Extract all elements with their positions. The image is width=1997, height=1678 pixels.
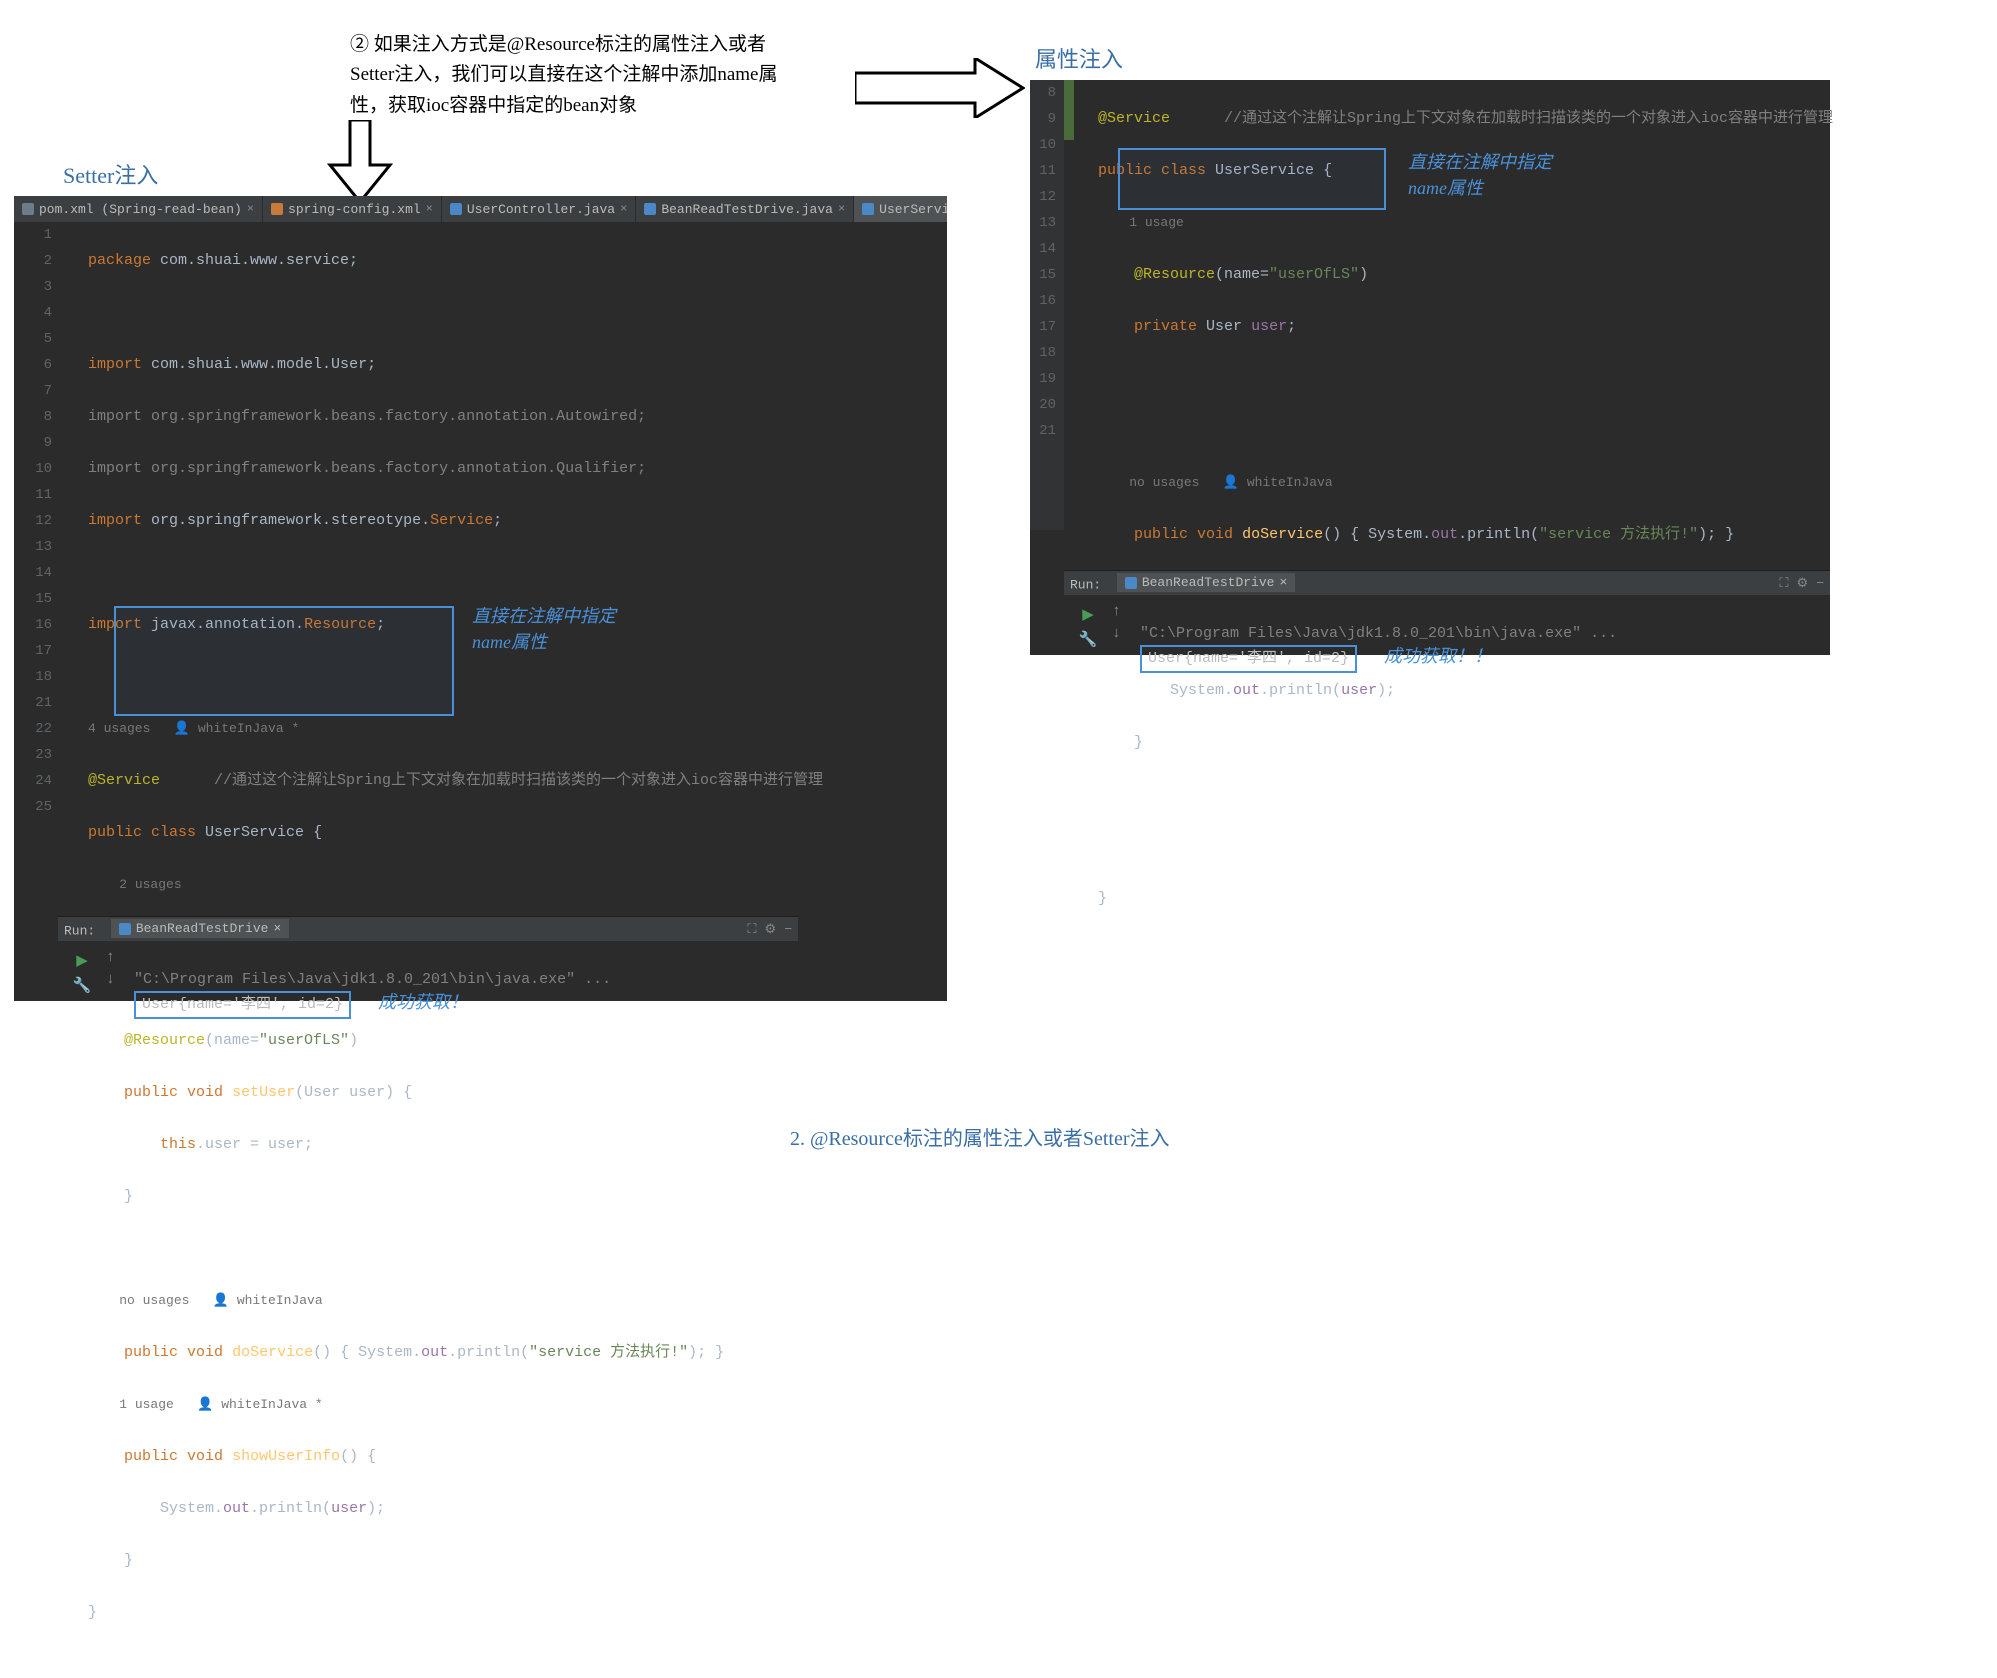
java-icon (862, 203, 874, 215)
close-icon[interactable]: × (1279, 575, 1287, 590)
java-icon (644, 203, 656, 215)
code-area-right[interactable]: @Service //通过这个注解让Spring上下文对象在加载时扫描该类的一个… (1098, 80, 1833, 964)
close-icon[interactable]: × (426, 202, 433, 216)
annotation-hint-left: 直接在注解中指定name属性 (472, 602, 616, 654)
bottom-caption: 2. @Resource标注的属性注入或者Setter注入 (790, 1122, 1169, 1151)
tab-spring-config[interactable]: spring-config.xml× (263, 196, 442, 222)
maven-icon (22, 203, 34, 215)
console-output[interactable]: "C:\Program Files\Java\jdk1.8.0_201\bin\… (126, 947, 798, 1041)
arrow-down-icon (325, 120, 395, 205)
run-header: Run: BeanReadTestDrive × ⛶⚙− (1064, 571, 1830, 595)
minus-icon[interactable]: − (784, 922, 792, 937)
tab-pom[interactable]: pom.xml (Spring-read-bean)× (14, 196, 263, 222)
close-icon[interactable]: × (620, 202, 627, 216)
minus-icon[interactable]: − (1816, 576, 1824, 591)
expand-icon[interactable]: ⛶ (747, 922, 756, 937)
label-setter: Setter注入 (63, 158, 158, 190)
line-gutter-right: 89101112131415161718192021 (1030, 80, 1064, 530)
close-icon[interactable]: × (838, 202, 845, 216)
run-tab[interactable]: BeanReadTestDrive × (1117, 573, 1295, 592)
diff-marker (1064, 80, 1074, 140)
output-highlight: User{name='李四', id=2} (134, 991, 351, 1019)
close-icon[interactable]: × (273, 921, 281, 936)
run-panel-left: Run: BeanReadTestDrive × ⛶⚙− ▶ 🔧 ↑↓ "C:\… (58, 916, 798, 998)
tab-usercontroller[interactable]: UserController.java× (442, 196, 636, 222)
gear-icon[interactable]: ⚙ (765, 922, 777, 937)
run-panel-right: Run: BeanReadTestDrive × ⛶⚙− ▶ 🔧 ↑↓ "C:\… (1064, 570, 1830, 652)
ide-pane-left: pom.xml (Spring-read-bean)× spring-confi… (14, 196, 947, 1001)
play-icon[interactable]: ▶ (76, 951, 88, 970)
xml-icon (271, 203, 283, 215)
close-icon[interactable]: × (247, 202, 254, 216)
annotation-hint-right: 直接在注解中指定name属性 (1408, 148, 1552, 200)
output-highlight: User{name='李四', id=2} (1140, 645, 1357, 673)
arrow-right-icon (855, 58, 1025, 118)
gear-icon[interactable]: ⚙ (1797, 576, 1809, 591)
editor-tabs: pom.xml (Spring-read-bean)× spring-confi… (14, 196, 947, 222)
line-gutter: 1234567891011121314151617182122232425 (14, 222, 62, 820)
label-prop: 属性注入 (1035, 42, 1123, 74)
highlight-box-right (1118, 148, 1386, 210)
tab-userservice[interactable]: UserService.java× (854, 196, 947, 222)
java-icon (450, 203, 462, 215)
java-icon (119, 923, 131, 935)
expand-icon[interactable]: ⛶ (1779, 576, 1788, 591)
run-tab[interactable]: BeanReadTestDrive × (111, 919, 289, 938)
java-icon (1125, 577, 1137, 589)
play-icon[interactable]: ▶ (1082, 605, 1094, 624)
ide-pane-right: 89101112131415161718192021 @Service //通过… (1030, 80, 1830, 655)
console-output[interactable]: "C:\Program Files\Java\jdk1.8.0_201\bin\… (1132, 601, 1830, 695)
run-header: Run: BeanReadTestDrive × ⛶⚙− (58, 917, 798, 941)
wrench-icon[interactable]: 🔧 (73, 976, 92, 995)
wrench-icon[interactable]: 🔧 (1079, 630, 1098, 649)
highlight-box (114, 606, 454, 716)
tab-beanreadtest[interactable]: BeanReadTestDrive.java× (636, 196, 854, 222)
